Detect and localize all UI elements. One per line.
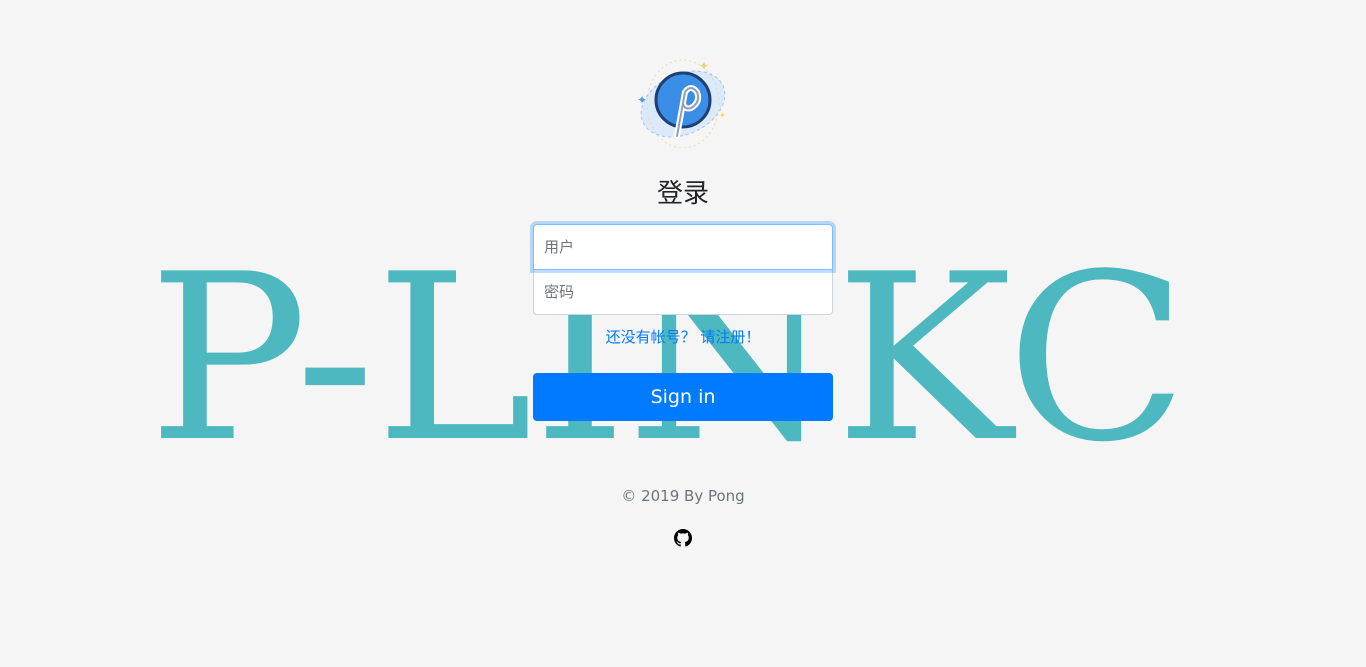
password-input[interactable] bbox=[533, 269, 833, 315]
username-input[interactable] bbox=[533, 224, 833, 270]
svg-text:✦: ✦ bbox=[637, 93, 647, 107]
login-page: P-LINKC ✦ ✦ ✦ 登录 还没有帐号？ 请注册！ Sign in © 2… bbox=[0, 0, 1366, 667]
page-title: 登录 bbox=[656, 179, 709, 209]
register-link[interactable]: 还没有帐号？ 请注册！ bbox=[533, 327, 833, 347]
github-icon bbox=[674, 529, 692, 547]
copyright-text: © 2019 By Pong bbox=[621, 487, 745, 505]
svg-text:✦: ✦ bbox=[719, 111, 726, 120]
github-link[interactable] bbox=[674, 529, 692, 547]
sign-in-button[interactable]: Sign in bbox=[533, 373, 833, 421]
svg-text:✦: ✦ bbox=[699, 59, 709, 73]
pinterest-logo-icon: ✦ ✦ ✦ bbox=[637, 59, 726, 148]
